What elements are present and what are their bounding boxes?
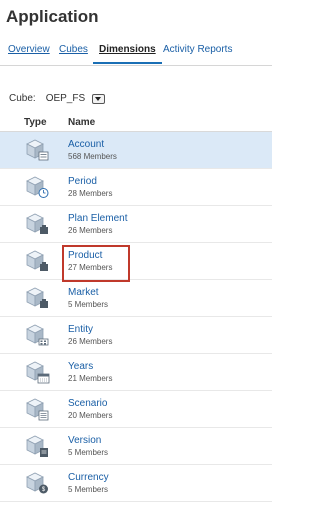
cube-value: OEP_FS	[45, 93, 86, 104]
tab-overview[interactable]: Overview	[8, 44, 50, 55]
table-row[interactable]: Version 5 Members	[0, 428, 272, 465]
tab-activity-reports[interactable]: Activity Reports	[163, 44, 232, 55]
tab-dimensions[interactable]: Dimensions	[93, 44, 162, 64]
period-dimension-icon	[26, 176, 49, 198]
member-count: 28 Members	[68, 189, 113, 198]
dimension-name-link[interactable]: Period	[68, 176, 97, 187]
tab-dimensions-label: Dimensions	[99, 44, 156, 55]
years-dimension-icon	[26, 361, 50, 384]
table-row[interactable]: Plan Element 26 Members	[0, 206, 272, 243]
table-row[interactable]: Product 27 Members	[0, 243, 272, 280]
tab-cubes[interactable]: Cubes	[59, 44, 88, 55]
dimension-name-link[interactable]: Years	[68, 361, 93, 372]
table-row[interactable]: Account 568 Members	[0, 132, 272, 169]
type-column-header[interactable]: Type	[24, 117, 47, 128]
currency-dimension-icon: $	[26, 472, 48, 494]
plan-element-dimension-icon	[26, 213, 48, 234]
member-count: 5 Members	[68, 485, 109, 494]
table-row[interactable]: Scenario 20 Members	[0, 391, 272, 428]
table-header: Type Name	[0, 112, 272, 132]
tab-overview-label: Overview	[8, 44, 50, 55]
market-dimension-icon	[26, 287, 48, 308]
member-count: 21 Members	[68, 374, 113, 383]
tab-cubes-label: Cubes	[59, 44, 88, 55]
page-title: Application	[6, 7, 99, 26]
member-count: 27 Members	[68, 263, 113, 272]
tab-bar: Overview Cubes Dimensions Activity Repor…	[0, 40, 272, 66]
member-count: 20 Members	[68, 411, 113, 420]
account-dimension-icon	[26, 139, 49, 161]
dimension-name-link[interactable]: Entity	[68, 324, 93, 335]
member-count: 5 Members	[68, 448, 109, 457]
table-row[interactable]: Period 28 Members	[0, 169, 272, 206]
cube-dropdown-button[interactable]	[92, 93, 106, 104]
entity-dimension-icon	[26, 324, 49, 346]
dimension-name-link[interactable]: Plan Element	[68, 213, 127, 224]
dimension-name-link[interactable]: Product	[68, 250, 102, 261]
table-row[interactable]: Market 5 Members	[0, 280, 272, 317]
table-row[interactable]: Years 21 Members	[0, 354, 272, 391]
cube-label: Cube:	[9, 93, 36, 104]
dimension-name-link[interactable]: Scenario	[68, 398, 107, 409]
member-count: 26 Members	[68, 226, 113, 235]
dimension-name-link[interactable]: Currency	[68, 472, 109, 483]
member-count: 5 Members	[68, 300, 109, 309]
dimension-name-link[interactable]: Account	[68, 139, 104, 150]
product-dimension-icon	[26, 250, 48, 271]
version-dimension-icon	[26, 435, 48, 457]
name-column-header[interactable]: Name	[68, 117, 95, 128]
tab-activity-reports-label: Activity Reports	[163, 44, 233, 55]
dimension-name-link[interactable]: Market	[68, 287, 99, 298]
scenario-dimension-icon	[26, 398, 49, 421]
cube-selector: Cube: OEP_FS	[9, 93, 106, 104]
dimension-name-link[interactable]: Version	[68, 435, 101, 446]
table-row[interactable]: Entity 26 Members	[0, 317, 272, 354]
member-count: 568 Members	[68, 152, 117, 161]
dimension-list: Account 568 Members Period 28 Members Pl…	[0, 132, 272, 502]
table-row[interactable]: $ Currency 5 Members	[0, 465, 272, 502]
member-count: 26 Members	[68, 337, 113, 346]
